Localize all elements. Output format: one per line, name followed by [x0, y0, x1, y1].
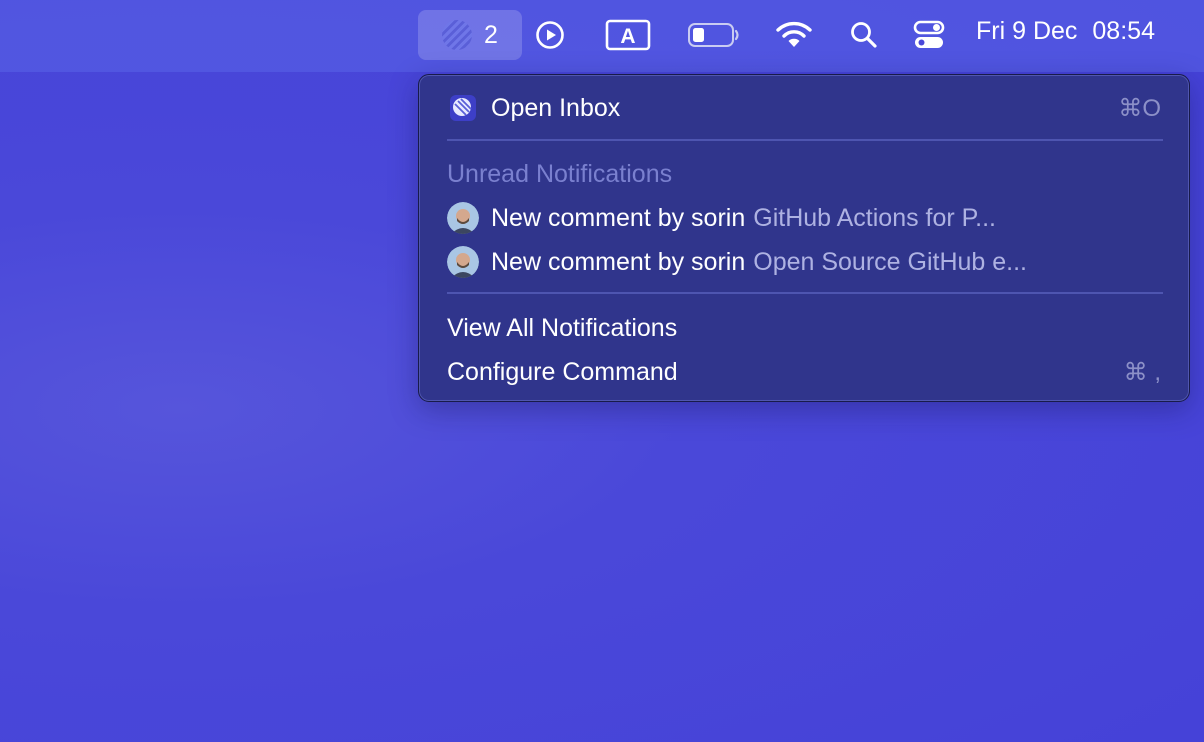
notification-count: 2 — [484, 20, 498, 49]
menu-separator — [447, 292, 1163, 294]
clock-date: Fri 9 Dec — [976, 17, 1078, 45]
notification-title: New comment by sorin — [491, 203, 746, 232]
menu-bar: 2 A Fri 9 Dec 08:54 — [0, 0, 1204, 72]
app-status-item[interactable]: 2 — [418, 10, 522, 60]
notification-subtitle: Open Source GitHub e... — [753, 247, 1028, 276]
clock-time: 08:54 — [1092, 17, 1155, 45]
battery-icon[interactable] — [686, 10, 742, 60]
notification-item[interactable]: New comment by sorin Open Source GitHub … — [447, 244, 1027, 280]
configure-command-menu-item[interactable]: Configure Command — [447, 354, 678, 390]
user-avatar — [447, 202, 479, 234]
app-logo-icon — [447, 92, 479, 124]
open-inbox-label: Open Inbox — [491, 93, 621, 122]
play-circle-icon[interactable] — [530, 10, 570, 60]
open-inbox-menu-item[interactable]: Open Inbox — [447, 90, 620, 126]
notification-title: New comment by sorin — [491, 247, 746, 276]
app-status-icon — [442, 20, 473, 50]
menu-separator — [447, 139, 1163, 141]
input-source-icon[interactable]: A — [604, 10, 652, 60]
search-icon[interactable] — [846, 10, 882, 60]
input-source-letter: A — [620, 25, 635, 48]
unread-notifications-header: Unread Notifications — [447, 159, 673, 188]
notifications-dropdown-menu: Open Inbox ⌘O Unread Notifications New c… — [418, 74, 1190, 402]
configure-command-shortcut: ⌘ , — [1123, 358, 1161, 386]
notification-item[interactable]: New comment by sorin GitHub Actions for … — [447, 200, 996, 236]
wifi-icon[interactable] — [774, 10, 814, 60]
menu-bar-clock[interactable]: Fri 9 Dec 08:54 — [976, 17, 1155, 46]
notification-subtitle: GitHub Actions for P... — [753, 203, 996, 232]
open-inbox-shortcut: ⌘O — [1118, 94, 1161, 122]
control-center-icon[interactable] — [910, 10, 948, 60]
view-all-notifications-menu-item[interactable]: View All Notifications — [447, 310, 677, 346]
user-avatar — [447, 246, 479, 278]
